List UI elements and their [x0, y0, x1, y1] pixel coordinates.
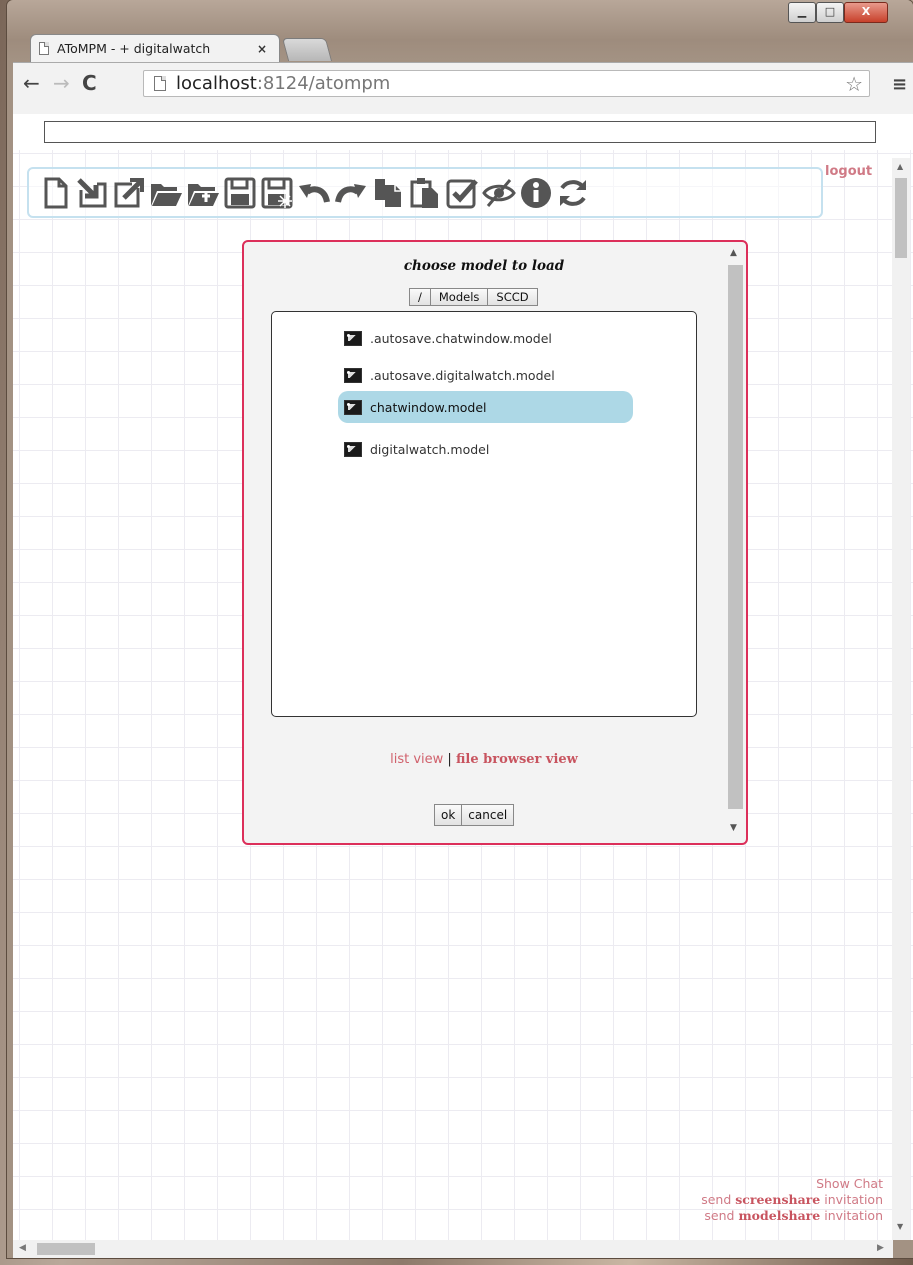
path-models-button[interactable]: Models — [429, 288, 489, 306]
new-file-icon[interactable] — [37, 173, 72, 213]
scroll-up-icon[interactable]: ▲ — [730, 248, 737, 258]
url-path: :8124/atompm — [256, 73, 391, 94]
page-icon — [154, 76, 166, 91]
info-icon[interactable] — [518, 173, 553, 213]
dialog-scrollbar[interactable]: ▲ ▼ — [727, 246, 744, 836]
new-tab-button[interactable] — [281, 38, 333, 61]
send-label: send — [704, 1208, 735, 1223]
scroll-thumb[interactable] — [895, 178, 907, 258]
new-folder-icon[interactable] — [185, 173, 220, 213]
scroll-down-icon[interactable]: ▼ — [897, 1222, 903, 1231]
command-input[interactable] — [44, 121, 876, 143]
show-chat-link[interactable]: Show Chat — [701, 1176, 883, 1192]
collaboration-links: Show Chat send screenshare invitation se… — [701, 1176, 883, 1224]
file-item[interactable]: digitalwatch.model — [338, 433, 489, 465]
modelshare-label: modelshare — [738, 1208, 821, 1223]
page-scrollbar[interactable]: ▲ ▼ — [892, 158, 910, 1240]
top-strip — [13, 114, 913, 150]
file-list: .autosave.chatwindow.model .autosave.dig… — [271, 311, 697, 717]
list-view-link[interactable]: list view — [390, 752, 443, 767]
send-label: send — [701, 1192, 732, 1207]
view-separator: | — [447, 752, 452, 767]
scroll-thumb[interactable] — [37, 1243, 95, 1255]
invitation-label: invitation — [824, 1208, 883, 1223]
page-content: logout choose model to load / Models SCC… — [13, 114, 913, 1240]
scroll-down-icon[interactable]: ▼ — [730, 823, 737, 833]
export-icon[interactable] — [111, 173, 146, 213]
browser-toolbar: ← → C localhost:8124/atompm ☆ ≡ — [13, 62, 913, 115]
file-item-selected[interactable]: chatwindow.model — [338, 391, 633, 423]
screenshare-invite-link[interactable]: send screenshare invitation — [701, 1192, 883, 1208]
view-switcher: list view | file browser view — [244, 752, 724, 767]
refresh-icon[interactable] — [555, 173, 590, 213]
hide-icon[interactable] — [481, 173, 516, 213]
scroll-right-icon[interactable]: ▶ — [877, 1243, 884, 1253]
invitation-label: invitation — [824, 1192, 883, 1207]
logout-link[interactable]: logout — [825, 164, 872, 179]
tab-close-icon[interactable]: × — [257, 42, 267, 56]
save-icon[interactable] — [222, 173, 257, 213]
path-root-button[interactable]: / — [409, 288, 431, 306]
maximize-button[interactable]: □ — [816, 2, 844, 23]
undo-icon[interactable] — [296, 173, 331, 213]
file-name: .autosave.digitalwatch.model — [370, 367, 555, 383]
path-sccd-button[interactable]: SCCD — [487, 288, 538, 306]
back-arrow-icon[interactable]: ← — [23, 72, 40, 94]
validate-icon[interactable] — [444, 173, 479, 213]
file-browser-view-link[interactable]: file browser view — [456, 752, 578, 767]
scroll-up-icon[interactable]: ▲ — [897, 162, 903, 171]
load-model-dialog: choose model to load / Models SCCD .auto… — [242, 240, 748, 845]
cancel-button[interactable]: cancel — [461, 804, 515, 826]
browser-tab[interactable]: AToMPM - + digitalwatch × — [30, 34, 280, 62]
forward-arrow-icon[interactable]: → — [53, 72, 70, 94]
open-folder-icon[interactable] — [148, 173, 183, 213]
main-toolbar — [27, 167, 823, 218]
image-file-icon — [344, 441, 362, 457]
path-breadcrumb: / Models SCCD — [409, 288, 538, 306]
dialog-title: choose model to load — [403, 258, 565, 274]
save-as-icon[interactable] — [259, 173, 294, 213]
close-window-button[interactable]: X — [844, 2, 888, 23]
page-icon — [39, 42, 49, 55]
bookmark-star-icon[interactable]: ☆ — [845, 72, 863, 96]
url-host: localhost — [176, 73, 257, 94]
redo-icon[interactable] — [333, 173, 368, 213]
screenshare-label: screenshare — [735, 1192, 821, 1207]
file-name: digitalwatch.model — [370, 441, 490, 457]
menu-icon[interactable]: ≡ — [892, 74, 907, 95]
dialog-buttons: ok cancel — [434, 804, 515, 826]
scroll-left-icon[interactable]: ◀ — [19, 1243, 26, 1253]
file-name: .autosave.chatwindow.model — [370, 330, 552, 346]
image-file-icon — [344, 367, 362, 383]
file-item[interactable]: .autosave.digitalwatch.model — [338, 359, 555, 391]
file-name: chatwindow.model — [370, 399, 487, 415]
image-file-icon — [344, 399, 362, 415]
import-icon[interactable] — [74, 173, 109, 213]
reload-icon[interactable]: C — [82, 72, 97, 94]
file-item[interactable]: .autosave.chatwindow.model — [338, 322, 552, 354]
copy-icon[interactable] — [370, 173, 405, 213]
paste-icon[interactable] — [407, 173, 442, 213]
image-file-icon — [344, 330, 362, 346]
tab-title: AToMPM - + digitalwatch — [57, 41, 211, 56]
address-bar[interactable]: localhost:8124/atompm ☆ — [143, 70, 870, 97]
modelshare-invite-link[interactable]: send modelshare invitation — [701, 1208, 883, 1224]
scroll-thumb[interactable] — [728, 265, 743, 809]
minimize-button[interactable]: ▁ — [788, 2, 816, 23]
ok-button[interactable]: ok — [434, 804, 463, 826]
horizontal-scrollbar[interactable]: ◀ ▶ — [13, 1240, 893, 1258]
